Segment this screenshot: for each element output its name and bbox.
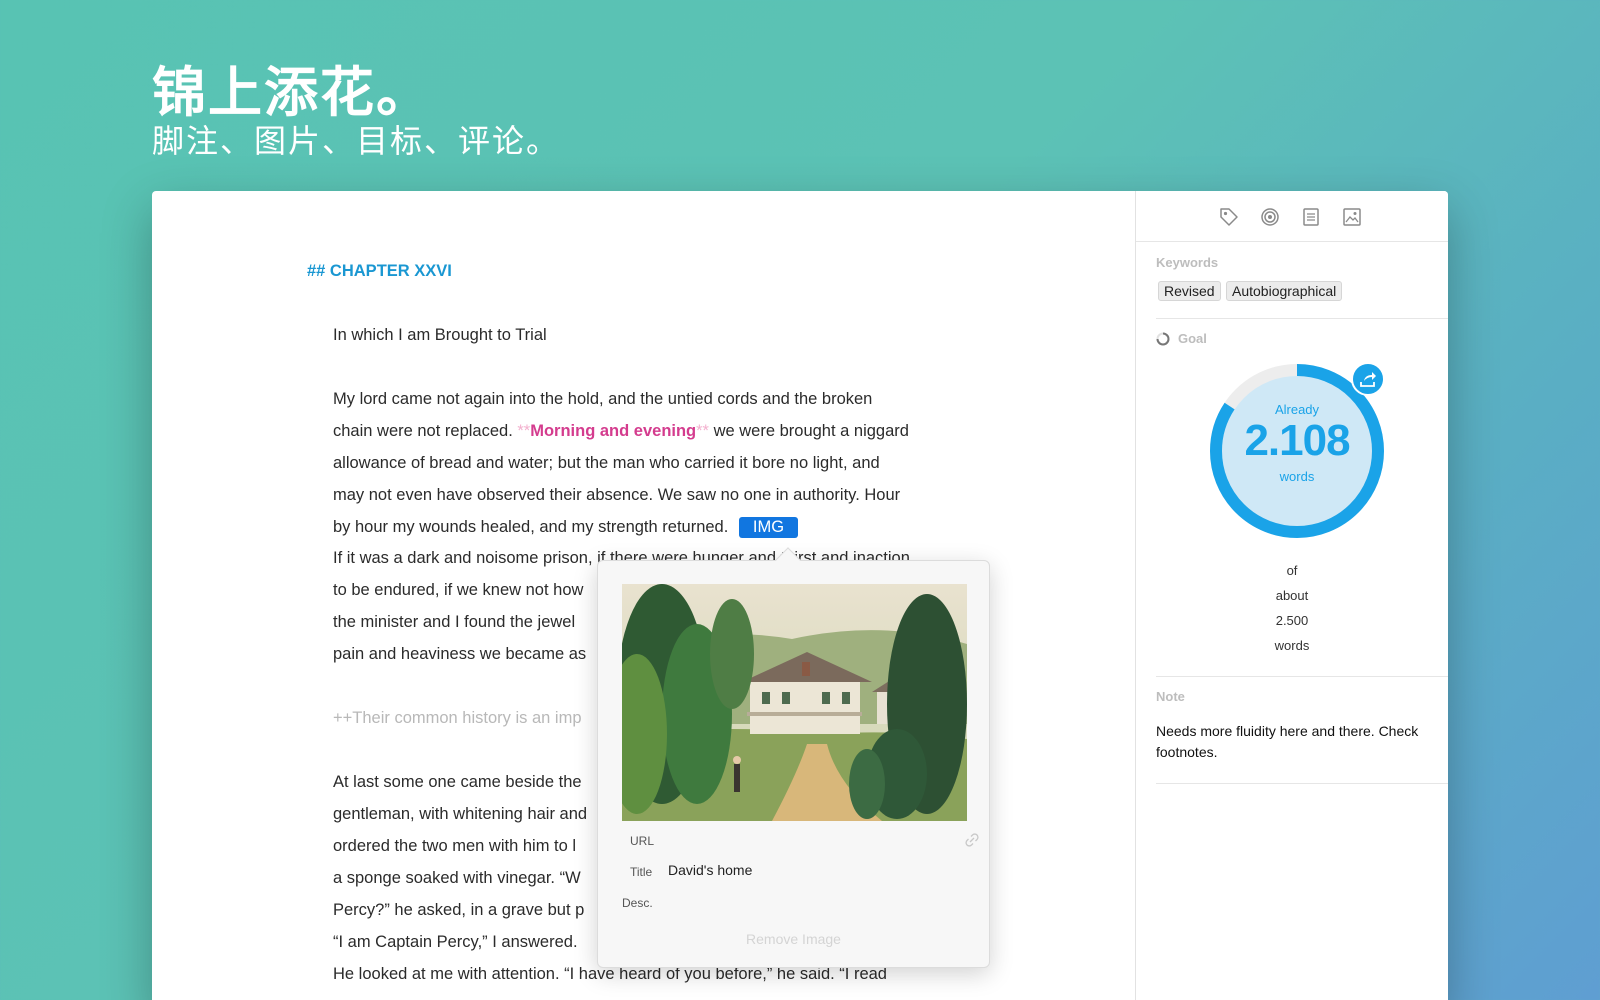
text-line: to be endured, if we knew not how <box>333 581 584 599</box>
text-line: gentleman, with whitening hair and <box>333 805 588 823</box>
image-preview <box>622 584 967 821</box>
text-line: chain were not replaced. **Morning and e… <box>333 422 909 441</box>
goal-already-label: Already <box>1274 402 1320 417</box>
text-line: the minister and I found the jewel <box>333 613 576 631</box>
document-icon[interactable] <box>1300 206 1322 228</box>
goal-label: Goal <box>1178 331 1207 346</box>
text-line: pain and heaviness we became as <box>333 645 587 663</box>
goal-current-unit: words <box>1279 469 1315 484</box>
title-label: Title <box>630 865 653 879</box>
comment-line: ++Their common history is an imp <box>333 709 582 727</box>
divider <box>1156 676 1448 677</box>
inspector-toolbar <box>1136 191 1448 242</box>
text-line: a sponge soaked with vinegar. “W <box>333 869 581 887</box>
link-icon[interactable] <box>965 833 979 847</box>
remove-image-button[interactable]: Remove Image <box>598 931 989 947</box>
text-line: “I am Captain Percy,” I answered. <box>333 933 578 951</box>
text-line: by hour my wounds healed, and my strengt… <box>333 517 799 538</box>
goal-current-count: 2.108 <box>1244 416 1350 465</box>
goal-progress-icon <box>1156 332 1170 346</box>
keyword-tag[interactable]: Revised <box>1158 281 1221 301</box>
img-tag[interactable]: IMG <box>738 517 799 538</box>
markdown-marker: ** <box>696 422 709 440</box>
tag-icon[interactable] <box>1218 206 1240 228</box>
house-landscape-image <box>622 584 967 821</box>
hero-subtitle: 脚注、图片、目标、评论。 <box>152 122 561 160</box>
text-line: ordered the two men with him to l <box>333 837 577 855</box>
title-field[interactable]: David's home <box>668 862 752 878</box>
chapter-heading: ## CHAPTER XXVI <box>307 262 452 280</box>
goal-of-label: of <box>1286 563 1298 578</box>
editor-pane[interactable]: ## CHAPTER XXVI In which I am Brought to… <box>152 191 1135 1000</box>
text-span: we were brought a niggard <box>708 422 909 440</box>
inspector-sidebar: Keywords Revised Autobiographical Goal A… <box>1135 191 1448 1000</box>
note-label: Note <box>1156 689 1185 704</box>
divider <box>1156 318 1448 319</box>
text-span: by hour my wounds healed, and my strengt… <box>333 518 729 536</box>
markdown-marker: ** <box>517 422 531 440</box>
text-line: My lord came not again into the hold, an… <box>333 390 873 408</box>
goal-target-count: 2.500 <box>1275 613 1309 628</box>
note-text[interactable]: Needs more fluidity here and there. Chec… <box>1156 721 1426 763</box>
share-icon[interactable] <box>1351 362 1385 396</box>
image-icon[interactable] <box>1341 206 1363 228</box>
goal-ring: Already 2.108 words <box>1197 351 1397 551</box>
goal-target-unit: words <box>1274 638 1310 653</box>
keywords-label: Keywords <box>1156 255 1219 270</box>
image-popover: URL Title David's home Desc. Remove Imag… <box>597 547 990 968</box>
text-line: At last some one came beside the <box>333 773 582 791</box>
bold-text: Morning and evening <box>530 422 697 440</box>
app-window: ## CHAPTER XXVI In which I am Brought to… <box>152 191 1448 1000</box>
text-line: may not even have observed their absence… <box>333 486 901 504</box>
desc-label: Desc. <box>622 896 653 910</box>
goal-about-label: about <box>1275 588 1309 603</box>
chapter-subheading: In which I am Brought to Trial <box>333 326 547 344</box>
text-span: chain were not replaced. <box>333 422 518 440</box>
keyword-tag[interactable]: Autobiographical <box>1226 281 1343 301</box>
target-icon[interactable] <box>1259 206 1281 228</box>
url-label: URL <box>630 834 655 848</box>
divider <box>1156 783 1448 784</box>
text-line: Percy?” he asked, in a grave but p <box>333 901 585 919</box>
text-line: allowance of bread and water; but the ma… <box>333 454 880 472</box>
